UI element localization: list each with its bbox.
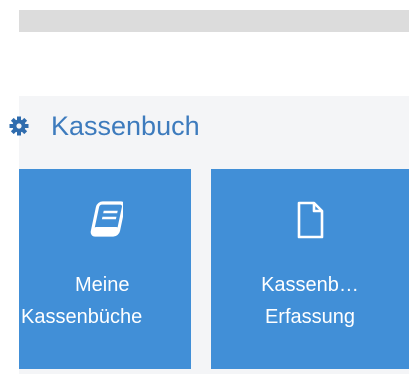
gear-icon <box>9 116 29 136</box>
document-icon <box>292 200 328 240</box>
tile-label-line-2: Kassenbüche <box>21 306 143 328</box>
tile-label-line-1: Kassenb… <box>261 274 359 296</box>
section-title: Kassenbuch <box>51 111 200 141</box>
top-bar <box>19 10 409 32</box>
tile-label: Meine Kassenbüche <box>19 269 191 333</box>
tile-label-line-2: Erfassung <box>264 306 356 328</box>
kassenbuch-panel: Kassenbuch Meine Kassenbüche Kassenb… Er… <box>9 96 409 374</box>
book-icon <box>87 200 126 240</box>
tile-meine-kassenbuecher[interactable]: Meine Kassenbüche <box>19 169 191 369</box>
section-header: Kassenbuch <box>9 96 409 156</box>
tile-label: Kassenb… Erfassung <box>211 269 409 333</box>
tile-label-line-1: Meine <box>75 274 130 296</box>
tile-kassenbuch-erfassung[interactable]: Kassenb… Erfassung <box>211 169 409 369</box>
